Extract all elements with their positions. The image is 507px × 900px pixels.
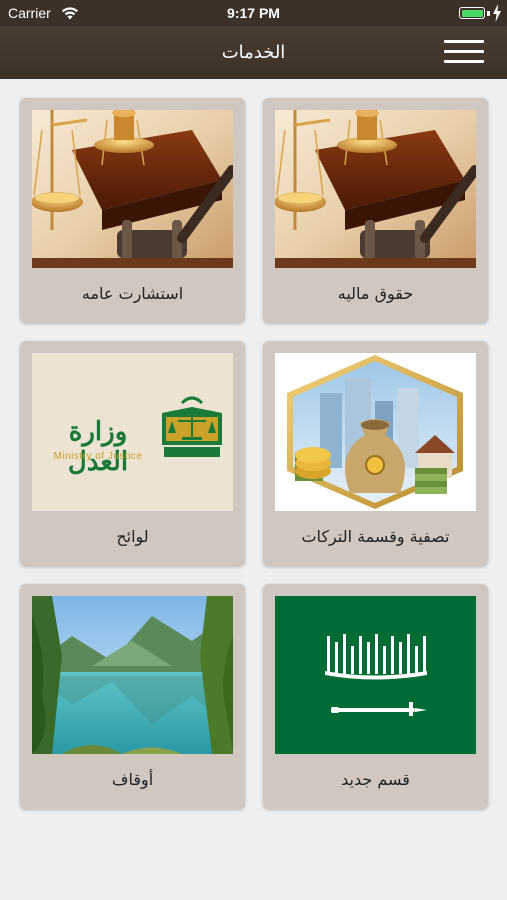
tile-label: لوائح xyxy=(116,527,149,546)
page-title: الخدمات xyxy=(221,42,286,63)
service-tile-estate-liquidation[interactable]: تصفية وقسمة التركات xyxy=(263,341,488,566)
ministry-arabic-text: وزارة العدل xyxy=(67,417,129,477)
tile-label: حقوق ماليه xyxy=(337,284,414,303)
navigation-bar: الخدمات xyxy=(0,26,507,79)
saudi-flag-image xyxy=(275,596,476,754)
ministry-english-text: Ministry of Justice xyxy=(53,451,143,462)
service-tile-general-consultations[interactable]: استشارت عامه xyxy=(20,98,245,323)
service-tile-new-section[interactable]: قسم جديد xyxy=(263,584,488,809)
tile-label: استشارت عامه xyxy=(81,284,184,303)
service-tile-endowments[interactable]: أوقاف xyxy=(20,584,245,809)
service-tile-regulations[interactable]: وزارة العدل Ministry of Justice لوائح xyxy=(20,341,245,566)
tile-label: قسم جديد xyxy=(341,770,410,789)
money-bag-buildings-image xyxy=(275,353,476,511)
battery-icon xyxy=(459,7,485,19)
service-tile-financial-rights[interactable]: حقوق ماليه xyxy=(263,98,488,323)
clock-time: 9:17 PM xyxy=(227,5,280,21)
battery-tip xyxy=(487,11,490,16)
tile-label: أوقاف xyxy=(111,770,154,789)
ministry-of-justice-logo-image: وزارة العدل Ministry of Justice xyxy=(32,353,233,511)
status-bar: Carrier 9:17 PM xyxy=(0,0,507,26)
scales-gavel-image xyxy=(32,110,233,268)
tile-label: تصفية وقسمة التركات xyxy=(301,527,450,546)
scales-gavel-image xyxy=(275,110,476,268)
charging-bolt-icon xyxy=(493,4,501,22)
mountain-lake-image xyxy=(32,596,233,754)
hamburger-menu-icon[interactable] xyxy=(441,37,487,67)
